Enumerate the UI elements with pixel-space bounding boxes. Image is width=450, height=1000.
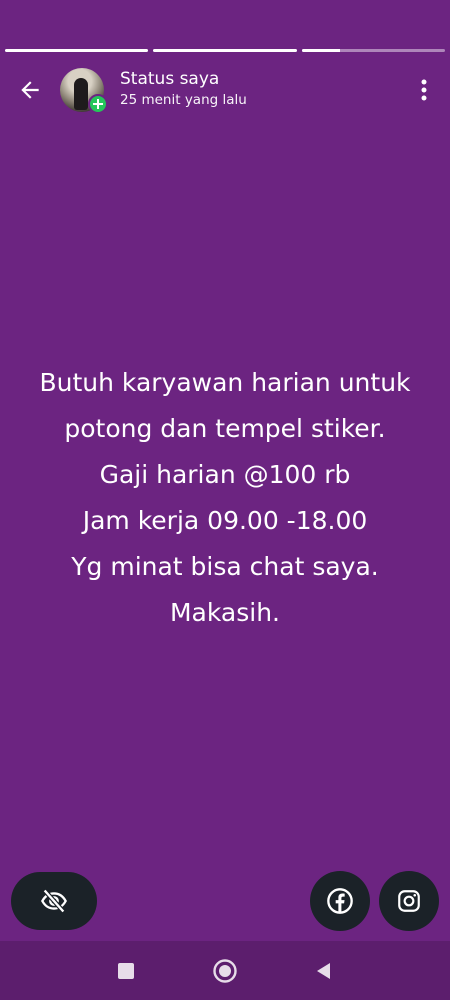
- plus-icon: [93, 99, 103, 109]
- triangle-back-icon: [317, 962, 330, 979]
- instagram-icon: [398, 890, 420, 912]
- avatar[interactable]: [60, 68, 108, 114]
- status-title: Status saya: [120, 69, 220, 89]
- privacy-button[interactable]: [11, 872, 97, 930]
- progress-fill: [301, 49, 341, 52]
- status-timestamp: 25 menit yang lalu: [120, 92, 247, 108]
- status-line: Jam kerja 09.00 -18.00: [82, 506, 368, 535]
- recents-button[interactable]: [101, 941, 151, 1000]
- circle-icon: [213, 958, 237, 983]
- system-back-button[interactable]: [298, 941, 348, 1000]
- status-viewer-screen: Status saya 25 menit yang lalu Butuh kar…: [0, 0, 450, 1000]
- status-message: Butuh karyawan harian untuk potong dan t…: [0, 360, 450, 636]
- eye-off-icon: [41, 888, 67, 914]
- status-line: Makasih.: [169, 598, 280, 627]
- back-button[interactable]: [14, 74, 46, 106]
- title-block: Status saya 25 menit yang lalu: [120, 68, 247, 110]
- more-vert-icon: [421, 79, 427, 101]
- status-line: Gaji harian @100 rb: [99, 460, 351, 489]
- square-icon: [118, 962, 134, 979]
- progress-segment: [153, 49, 297, 52]
- share-instagram-button[interactable]: [379, 871, 439, 931]
- status-line: Butuh karyawan harian untuk: [39, 368, 411, 397]
- progress-segment: [5, 49, 149, 52]
- status-line: potong dan tempel stiker.: [64, 414, 386, 443]
- more-options-button[interactable]: [412, 76, 436, 104]
- status-progress: [5, 49, 445, 52]
- facebook-icon: [327, 888, 353, 914]
- progress-segment: [301, 49, 445, 52]
- arrow-left-icon: [21, 81, 39, 99]
- add-status-badge[interactable]: [88, 94, 108, 114]
- progress-fill: [153, 49, 297, 52]
- share-facebook-button[interactable]: [310, 871, 370, 931]
- status-line: Yg minat bisa chat saya.: [71, 552, 379, 581]
- status-header: Status saya 25 menit yang lalu: [0, 62, 450, 118]
- system-nav-bar: [0, 941, 450, 1000]
- home-button[interactable]: [200, 941, 250, 1000]
- progress-fill: [5, 49, 149, 52]
